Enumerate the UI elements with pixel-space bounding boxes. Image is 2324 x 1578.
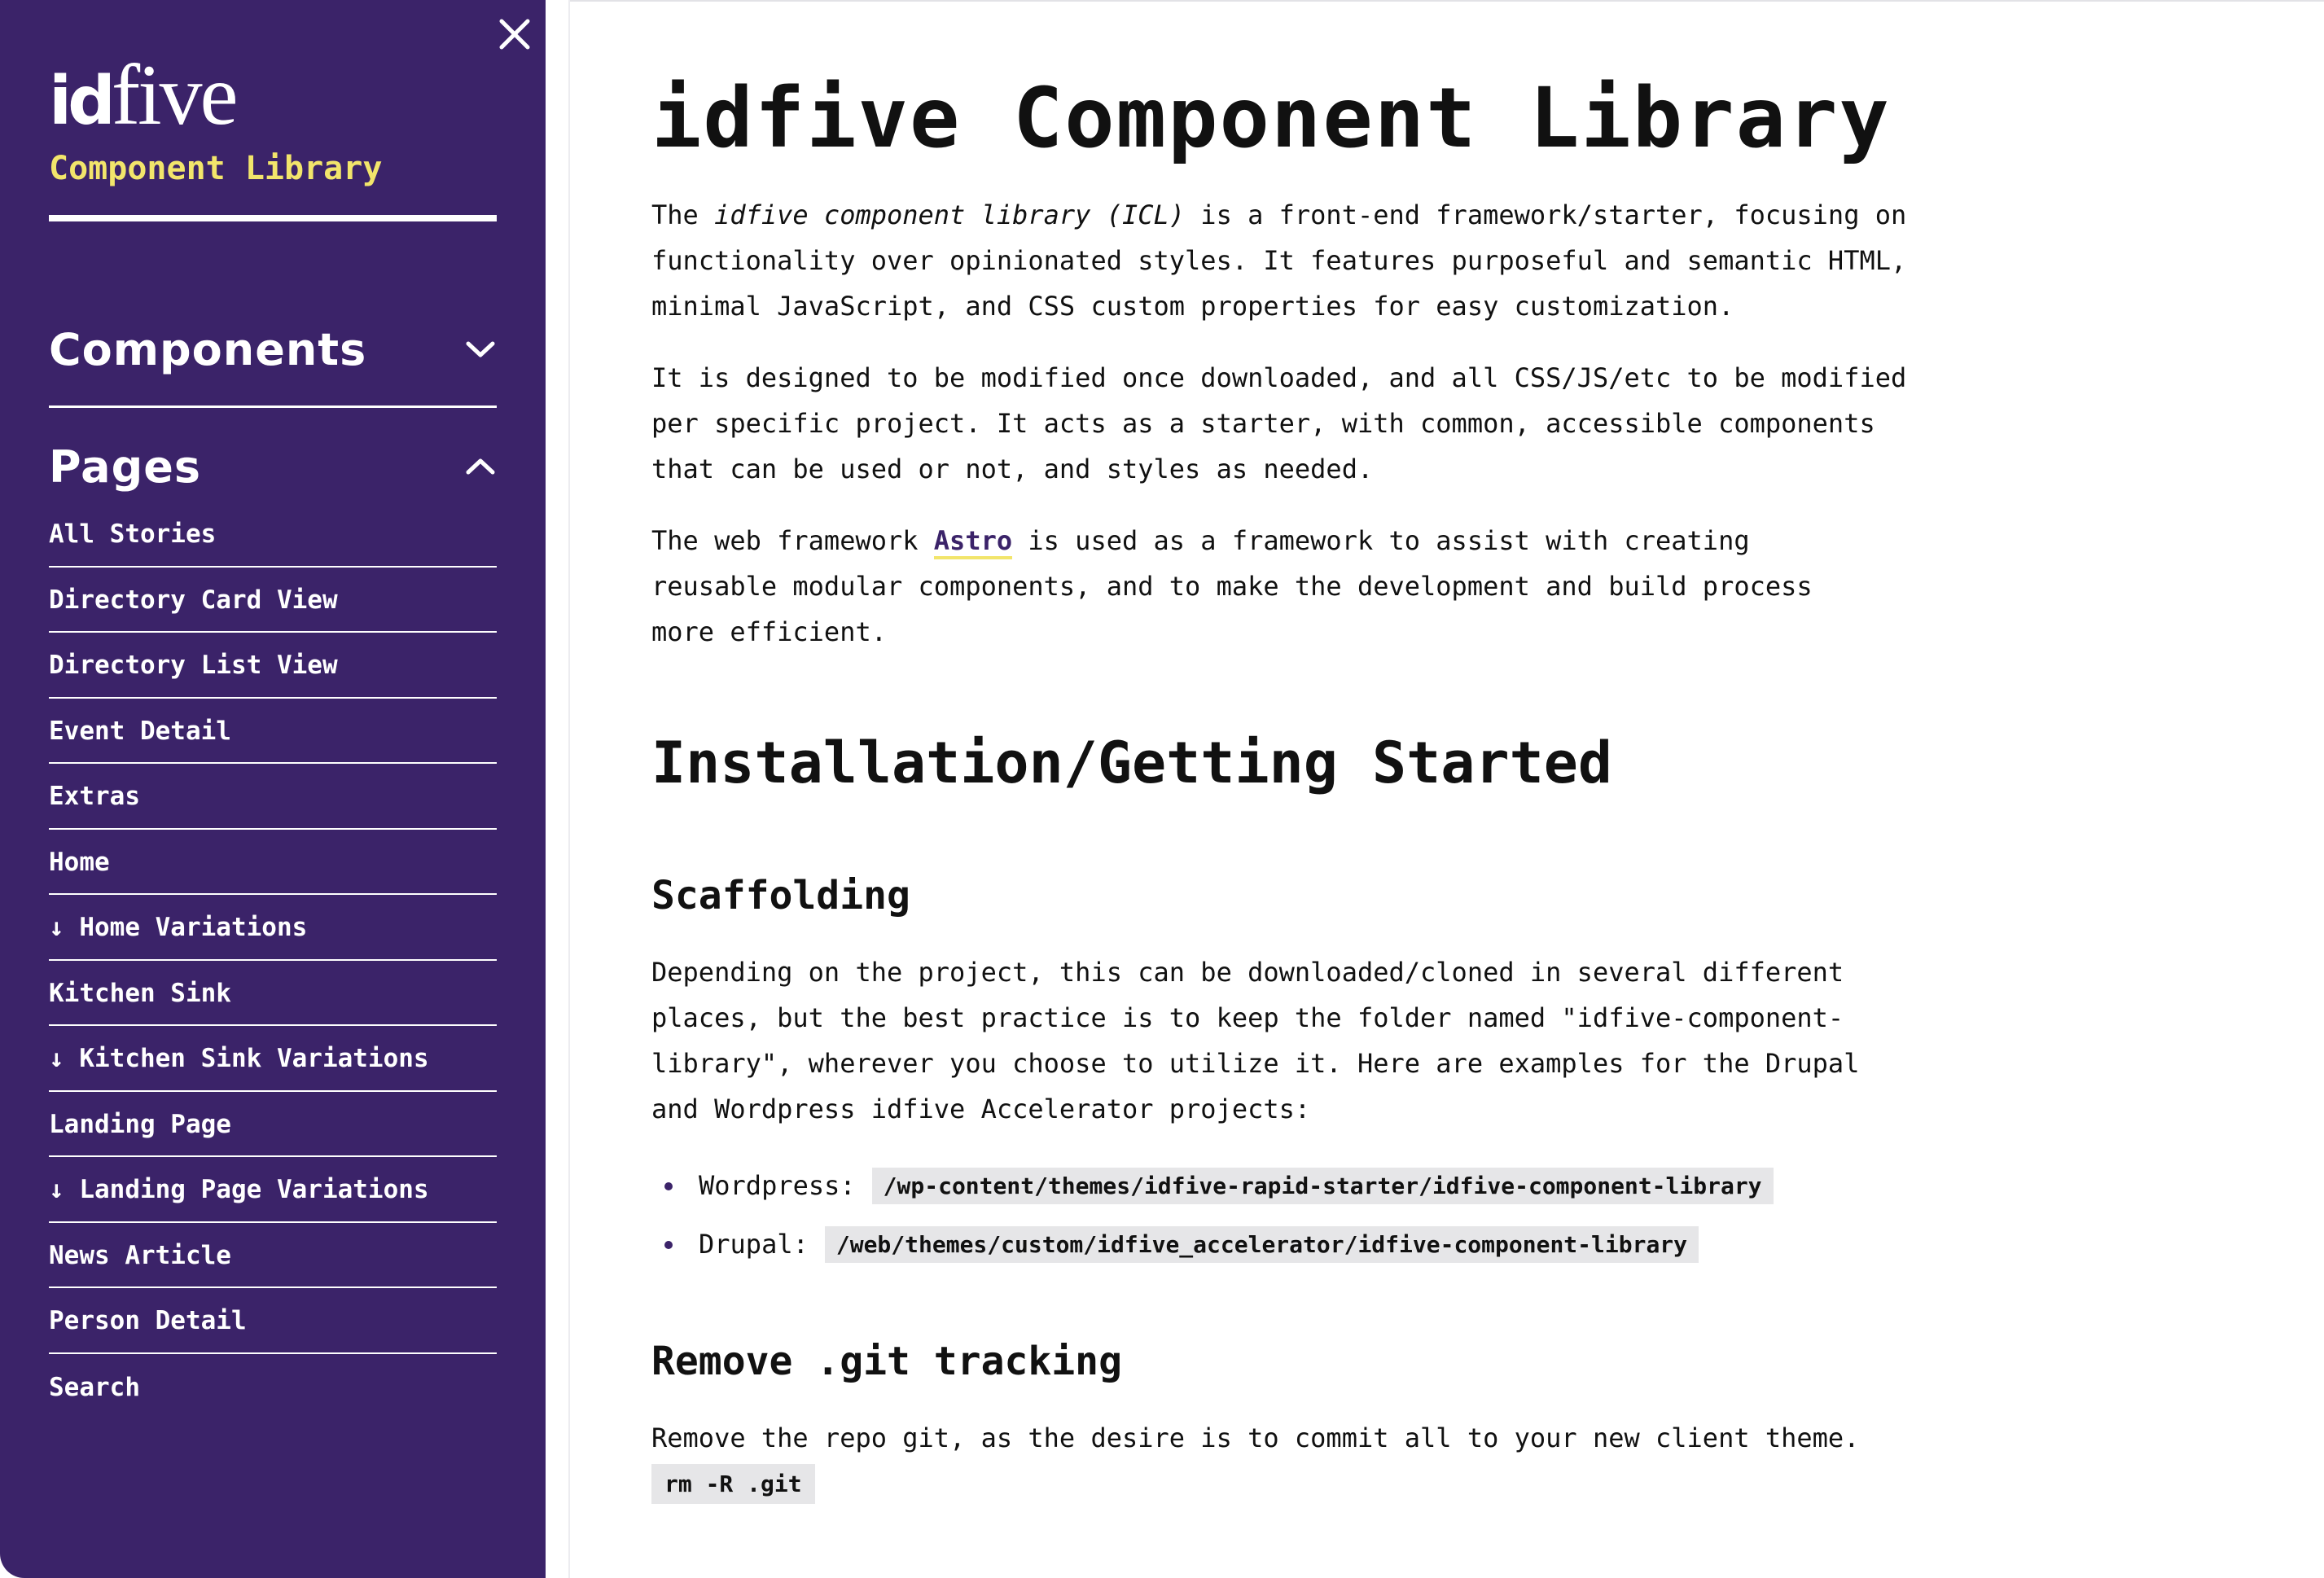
drupal-label: Drupal: (699, 1229, 809, 1260)
nav-item-directory-card-view[interactable]: Directory Card View (49, 568, 497, 633)
components-label: Components (49, 323, 367, 375)
top-border (570, 0, 2324, 2)
intro-p1-line3: minimal JavaScript, and CSS custom prope… (651, 291, 1734, 322)
icl-emphasis: idfive component library (ICL) (714, 199, 1186, 230)
scaffolding-line1: Depending on the project, this can be do… (651, 957, 1844, 988)
scaffolding-line4: and Wordpress idfive Accelerator project… (651, 1094, 1311, 1124)
scaffolding-line2: places, but the best practice is to keep… (651, 1002, 1844, 1033)
sidebar-divider (568, 0, 570, 1578)
nav-item-all-stories[interactable]: All Stories (49, 502, 497, 568)
scaffolding-paragraph: Depending on the project, this can be do… (651, 949, 1971, 1132)
site-subtitle: Component Library (49, 150, 383, 187)
nav-item-home-variations[interactable]: ↓ Home Variations (49, 895, 497, 961)
list-item: Wordpress: /wp-content/themes/idfive-rap… (651, 1156, 1774, 1215)
nav-item-home[interactable]: Home (49, 830, 497, 895)
intro-p1-rest: is a front-end framework/starter, focusi… (1185, 199, 1907, 230)
path-examples-list: Wordpress: /wp-content/themes/idfive-rap… (651, 1156, 1774, 1273)
list-item: Drupal: /web/themes/custom/idfive_accele… (651, 1215, 1774, 1273)
intro-paragraph-1: The idfive component library (ICL) is a … (651, 192, 1971, 329)
intro-p2-line2: per specific project. It acts as a start… (651, 408, 1875, 439)
intro-paragraph-2: It is designed to be modified once downl… (651, 355, 1971, 492)
brand-divider (49, 215, 497, 221)
nav-item-landing-page-variations[interactable]: ↓ Landing Page Variations (49, 1157, 497, 1223)
nav-item-kitchen-sink[interactable]: Kitchen Sink (49, 961, 497, 1026)
pages-label: Pages (49, 441, 201, 493)
idfive-logo[interactable]: idfive (49, 46, 239, 142)
intro-p3-rest: is used as a framework to assist with cr… (1012, 525, 1750, 556)
nav-item-directory-list-view[interactable]: Directory List View (49, 633, 497, 699)
drupal-path-code: /web/themes/custom/idfive_accelerator/id… (824, 1225, 1699, 1263)
intro-paragraph-3: The web framework Astro is used as a fra… (651, 518, 1971, 655)
nav-item-news-article[interactable]: News Article (49, 1223, 497, 1288)
nav-item-extras[interactable]: Extras (49, 764, 497, 830)
intro-p3-line3: more efficient. (651, 616, 887, 647)
section-divider (49, 405, 497, 408)
remove-git-text: Remove the repo git, as the desire is to… (651, 1422, 1860, 1453)
remove-git-code: rm -R .git (651, 1464, 815, 1504)
intro-p2-line1: It is designed to be modified once downl… (651, 362, 1907, 393)
components-accordion-toggle[interactable]: Components (49, 313, 497, 386)
logo-five-text: five (111, 47, 239, 142)
close-icon (499, 19, 530, 50)
intro-p2-line3: that can be used or not, and styles as n… (651, 454, 1374, 484)
astro-link[interactable]: Astro (933, 525, 1013, 559)
nav-item-landing-page[interactable]: Landing Page (49, 1092, 497, 1157)
nav-item-search[interactable]: Search (49, 1354, 497, 1420)
wordpress-label: Wordpress: (699, 1170, 856, 1201)
close-button[interactable] (492, 11, 537, 57)
chevron-down-icon (466, 341, 495, 357)
logo-id-text: id (49, 63, 116, 140)
page-title: idfive Component Library (651, 70, 1891, 167)
intro-p1-before: The (651, 199, 715, 230)
scaffolding-heading: Scaffolding (651, 873, 910, 918)
nav-item-person-detail[interactable]: Person Detail (49, 1288, 497, 1354)
nav-item-event-detail[interactable]: Event Detail (49, 699, 497, 764)
pages-accordion-toggle[interactable]: Pages (49, 430, 497, 503)
scaffolding-line3: library", wherever you choose to utilize… (651, 1048, 1860, 1079)
chevron-up-icon (466, 458, 495, 475)
intro-p3-line2: reusable modular components, and to make… (651, 571, 1813, 602)
installation-heading: Installation/Getting Started (651, 730, 1613, 796)
wordpress-path-code: /wp-content/themes/idfive-rapid-starter/… (871, 1167, 1774, 1204)
pages-nav-list: All Stories Directory Card View Director… (49, 502, 497, 1419)
remove-git-heading: Remove .git tracking (651, 1339, 1122, 1384)
nav-item-kitchen-sink-variations[interactable]: ↓ Kitchen Sink Variations (49, 1026, 497, 1092)
sidebar: idfive Component Library Components Page… (0, 0, 546, 1578)
intro-p1-line2: functionality over opinionated styles. I… (651, 245, 1907, 276)
intro-p3-before: The web framework (651, 525, 934, 556)
